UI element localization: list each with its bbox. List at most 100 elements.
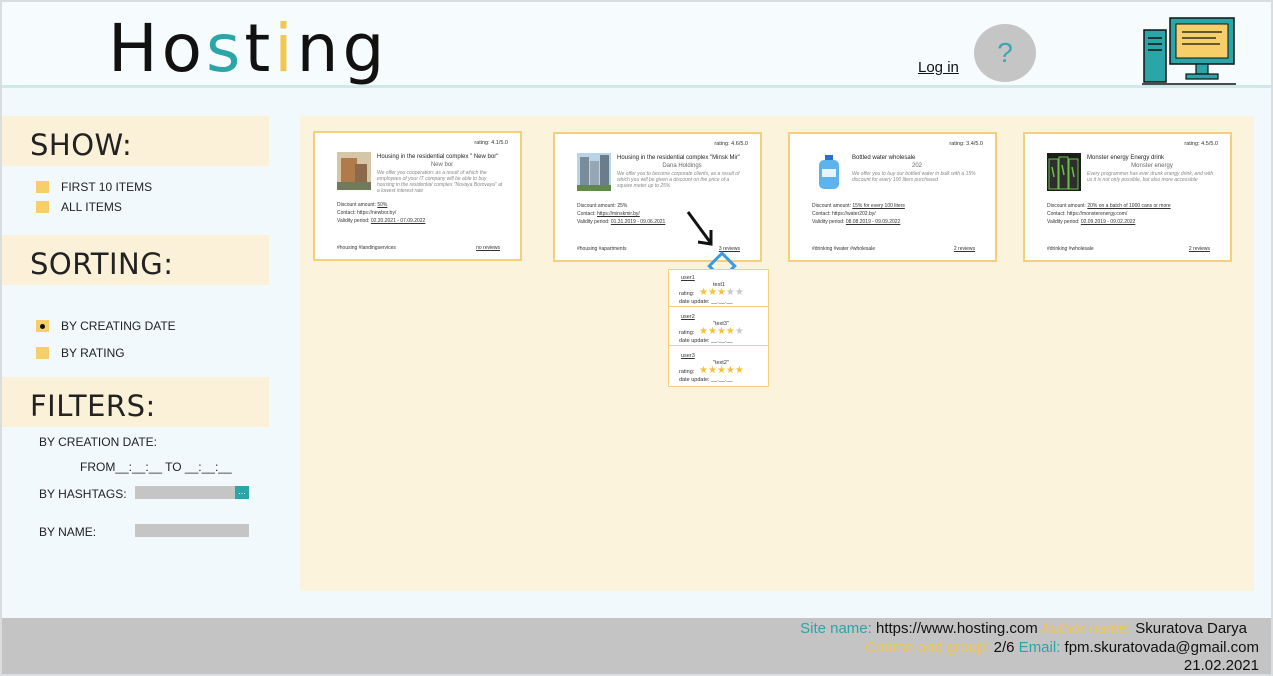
card-validity: Validity period: 02.20.2021 - 07.09.2022 xyxy=(337,218,426,224)
building-image xyxy=(577,153,611,191)
sorting-section-header: SORTING: xyxy=(2,235,269,285)
review-date: date update: __.__.__ xyxy=(679,299,733,305)
card-description: Every programmer has ever drunk energy d… xyxy=(1087,171,1214,183)
card-discount: Discount amount: 20% on a batch of 1000 … xyxy=(1047,203,1171,209)
card-contact: Contact: https://water202.by/ xyxy=(812,211,876,217)
star-rating: ★★★★★ xyxy=(699,326,744,337)
card-reviews-link[interactable]: 2 reviews xyxy=(1189,246,1210,252)
building-image xyxy=(337,152,371,190)
star-filled-icon: ★ xyxy=(699,326,708,337)
card-description: We offer you to become corporate clients… xyxy=(617,171,740,189)
star-empty-icon: ★ xyxy=(734,326,744,337)
logo[interactable]: Hosting xyxy=(108,16,388,82)
review-item: user1 text1 rating: ★★★★★ date update: _… xyxy=(669,270,768,307)
login-link[interactable]: Log in xyxy=(918,59,959,76)
card-title: Bottled water wholesale xyxy=(852,155,916,161)
card-company: Monster energy xyxy=(1131,163,1173,169)
checkbox[interactable] xyxy=(36,201,49,213)
card-title: Monster energy Energy drink xyxy=(1087,155,1165,161)
sorting-title: SORTING: xyxy=(30,247,174,281)
sort-option-rating[interactable]: BY RATING xyxy=(36,346,125,360)
review-user-link[interactable]: user3 xyxy=(681,353,695,359)
contact-link[interactable]: https://monsterenergy.com/ xyxy=(1067,211,1127,217)
card-tags: #drinking #water #wholesale xyxy=(812,246,876,252)
logo-text-ng: ng xyxy=(296,10,389,87)
card-validity: Validity period: 08.08.2019 - 09.09.2022 xyxy=(812,219,901,225)
card-reviews-link[interactable]: 2 reviews xyxy=(954,246,975,252)
show-title: SHOW: xyxy=(30,128,133,162)
help-button[interactable]: ? xyxy=(974,24,1036,82)
offer-card[interactable]: rating: 4.5/5.0 Monster energy Energy dr… xyxy=(1023,132,1232,262)
header: Hosting Log in ? xyxy=(2,2,1271,88)
hashtags-input[interactable]: ... xyxy=(135,486,249,499)
logo-text-i: i xyxy=(274,10,297,87)
name-input[interactable] xyxy=(135,524,249,537)
contact-link[interactable]: https://minskmir.by/ xyxy=(597,211,640,217)
card-reviews-link[interactable]: no reviews xyxy=(476,245,500,251)
card-rating: rating: 4.6/5.0 xyxy=(714,141,748,147)
site-link[interactable]: https://www.hosting.com xyxy=(876,620,1038,637)
card-contact: Contact: https://minskmir.by/ xyxy=(577,211,640,217)
star-filled-icon: ★ xyxy=(699,287,708,298)
star-filled-icon: ★ xyxy=(725,326,735,337)
star-filled-icon: ★ xyxy=(707,287,717,298)
footer-line-2: Course and group: 2/6 Email: fpm.skurato… xyxy=(865,639,1259,656)
checkbox[interactable] xyxy=(36,181,49,193)
logo-text-s: s xyxy=(206,10,245,87)
logo-text-ho: Ho xyxy=(108,10,207,87)
footer-line-1: Site name: https://www.hosting.com Autho… xyxy=(800,620,1247,637)
review-user-link[interactable]: user1 xyxy=(681,275,695,281)
card-tags: #housing #landingservices xyxy=(337,245,396,251)
contact-link[interactable]: https://newbor.by/ xyxy=(357,210,396,216)
date-range-input[interactable]: FROM__:__:__ TO __:__:__ xyxy=(80,460,232,474)
card-discount: Discount amount: 50% xyxy=(337,202,388,208)
contact-link[interactable]: https://water202.by/ xyxy=(832,211,876,217)
show-option-first-10[interactable]: FIRST 10 ITEMS xyxy=(36,180,152,194)
offer-card[interactable]: rating: 4.1/5.0 Housing in the residenti… xyxy=(313,131,522,261)
sort-option-creating-date[interactable]: BY CREATING DATE xyxy=(36,319,176,333)
star-filled-icon: ★ xyxy=(707,365,717,376)
card-tags: #drinking #wholesale xyxy=(1047,246,1094,252)
review-user-link[interactable]: user2 xyxy=(681,314,695,320)
footer: Site name: https://www.hosting.com Autho… xyxy=(2,618,1271,674)
card-company: Dana Holdings xyxy=(662,163,702,169)
radio[interactable] xyxy=(36,347,49,359)
more-options-button[interactable]: ... xyxy=(235,486,249,499)
option-label: FIRST 10 ITEMS xyxy=(61,180,153,194)
card-contact: Contact: https://monsterenergy.com/ xyxy=(1047,211,1128,217)
review-item: user3 "text2" rating: ★★★★★ date update:… xyxy=(669,348,768,385)
card-rating: rating: 4.5/5.0 xyxy=(1184,141,1218,147)
card-rating: rating: 4.1/5.0 xyxy=(474,140,508,146)
water-bottle-image xyxy=(812,153,846,191)
star-filled-icon: ★ xyxy=(725,365,735,376)
filters-title: FILTERS: xyxy=(30,389,156,423)
card-company: 202 xyxy=(911,163,922,169)
option-label: BY CREATING DATE xyxy=(61,319,176,333)
filter-name-label: BY NAME: xyxy=(39,525,97,539)
reviews-popup: user1 text1 rating: ★★★★★ date update: _… xyxy=(668,269,769,387)
review-item: user2 "text3" rating: ★★★★★ date update:… xyxy=(669,309,768,346)
star-filled-icon: ★ xyxy=(716,365,726,376)
option-label: ALL ITEMS xyxy=(61,200,122,214)
review-date: date update: __.__.__ xyxy=(679,377,733,383)
star-filled-icon: ★ xyxy=(699,365,708,376)
card-title: Housing in the residential complex " New… xyxy=(377,154,499,160)
energy-drink-image xyxy=(1047,153,1081,191)
filters-section-header: FILTERS: xyxy=(2,377,269,427)
card-rating: rating: 3.4/5.0 xyxy=(949,141,983,147)
show-option-all[interactable]: ALL ITEMS xyxy=(36,200,122,214)
review-rating-label: rating: xyxy=(679,291,695,297)
card-discount: Discount amount: 25% xyxy=(577,203,628,209)
filter-creation-date-label: BY CREATION DATE: xyxy=(39,435,158,449)
email-link[interactable]: fpm.skuratovada@gmail.com xyxy=(1065,639,1259,656)
review-rating-label: rating: xyxy=(679,330,695,336)
star-filled-icon: ★ xyxy=(734,365,744,376)
star-filled-icon: ★ xyxy=(716,287,726,298)
card-discount: Discount amount: 15% for every 100 liter… xyxy=(812,203,905,209)
filter-hashtags-label: BY HASHTAGS: xyxy=(39,487,127,501)
card-validity: Validity period: 01.31.2019 - 09.06.2021 xyxy=(577,219,666,225)
offer-card[interactable]: rating: 3.4/5.0 Bottled water wholesale … xyxy=(788,132,997,262)
radio-selected[interactable] xyxy=(36,320,49,332)
card-validity: Validity period: 02.09.2019 - 09.02.2022 xyxy=(1047,219,1136,225)
review-date: date update: __.__.__ xyxy=(679,338,733,344)
